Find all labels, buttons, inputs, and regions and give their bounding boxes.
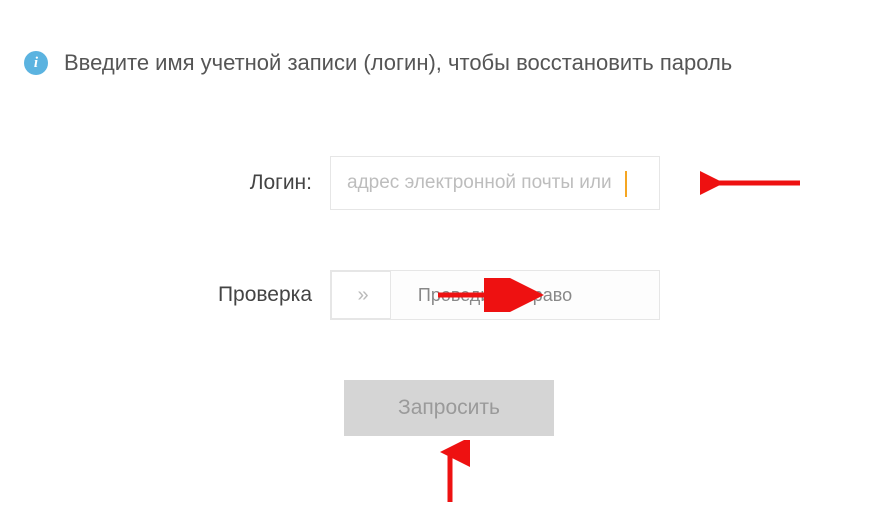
login-input-wrap[interactable] bbox=[330, 156, 660, 210]
submit-row: Запросить bbox=[0, 380, 878, 436]
login-row: Логин: bbox=[0, 156, 878, 210]
slider-handle[interactable]: » bbox=[331, 271, 391, 319]
annotation-arrow-left-icon bbox=[700, 166, 810, 200]
submit-button[interactable]: Запросить bbox=[344, 380, 554, 436]
text-cursor bbox=[625, 171, 627, 197]
chevron-right-icon: » bbox=[357, 284, 364, 307]
info-icon: i bbox=[24, 51, 48, 75]
password-recovery-form: Логин: Проверка » Проведите вправо bbox=[0, 156, 878, 436]
annotation-arrow-right-icon bbox=[430, 278, 550, 312]
verify-label: Проверка bbox=[0, 283, 330, 307]
login-input[interactable] bbox=[347, 172, 643, 194]
info-banner: i Введите имя учетной записи (логин), чт… bbox=[0, 0, 878, 76]
verify-row: Проверка » Проведите вправо bbox=[0, 270, 878, 320]
login-label: Логин: bbox=[0, 171, 330, 195]
info-text: Введите имя учетной записи (логин), чтоб… bbox=[64, 50, 732, 76]
annotation-arrow-up-icon bbox=[430, 440, 470, 510]
